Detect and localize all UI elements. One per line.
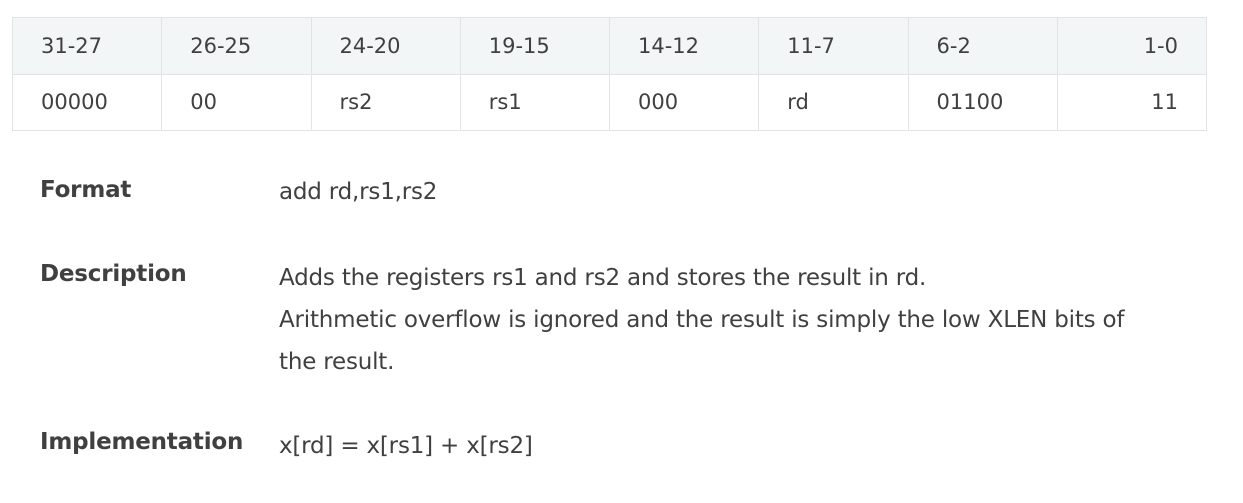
bit-range-cell: 11-7 <box>758 17 909 75</box>
field-value-cell: 000 <box>608 74 760 131</box>
description-line: Adds the registers rs1 and rs2 and store… <box>279 265 927 291</box>
description-line: the result. <box>279 349 395 375</box>
bit-range-cell: 6-2 <box>907 17 1058 75</box>
description-line: Arithmetic overflow is ignored and the r… <box>279 307 1125 333</box>
bit-range-cell: 31-27 <box>11 17 163 75</box>
format-label: Format <box>40 177 132 203</box>
field-value-cell: 00000 <box>11 74 163 131</box>
field-value-cell: 00 <box>161 74 312 131</box>
bit-range-header-row: 31-27 26-25 24-20 19-15 14-12 11-7 6-2 1… <box>11 17 1208 75</box>
field-value-cell: rs2 <box>310 74 461 131</box>
description-label: Description <box>40 261 187 287</box>
field-value-cell: rd <box>758 74 909 131</box>
bit-range-cell: 1-0 <box>1056 17 1208 75</box>
field-value-cell: 11 <box>1056 74 1208 131</box>
implementation-value: x[rd] = x[rs1] + x[rs2] <box>279 433 533 459</box>
format-value: add rd,rs1,rs2 <box>279 179 438 205</box>
implementation-label: Implementation <box>40 429 244 455</box>
description-text: Adds the registers rs1 and rs2 and store… <box>279 257 1209 383</box>
instruction-encoding-table: 31-27 26-25 24-20 19-15 14-12 11-7 6-2 1… <box>11 17 1208 131</box>
field-value-row: 00000 00 rs2 rs1 000 rd 01100 11 <box>11 74 1208 131</box>
field-value-cell: 01100 <box>907 74 1058 131</box>
bit-range-cell: 14-12 <box>608 17 760 75</box>
field-value-cell: rs1 <box>459 74 611 131</box>
bit-range-cell: 19-15 <box>459 17 611 75</box>
bit-range-cell: 26-25 <box>161 17 312 75</box>
bit-range-cell: 24-20 <box>310 17 461 75</box>
